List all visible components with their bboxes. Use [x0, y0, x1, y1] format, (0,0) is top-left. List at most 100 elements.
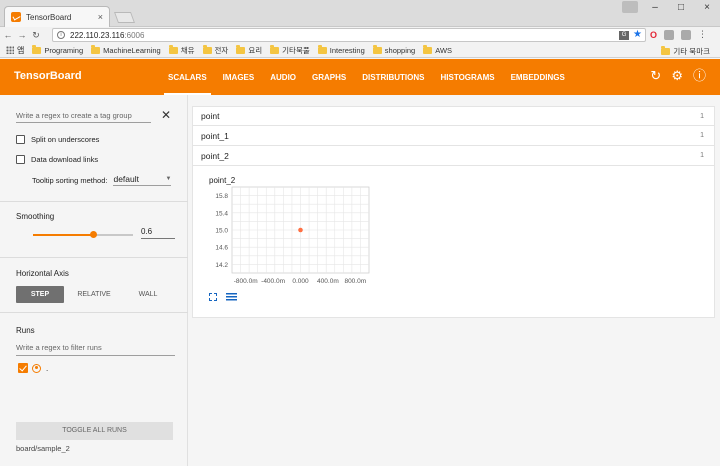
x-tick-label: 0.000 — [292, 278, 309, 285]
folder-icon — [317, 44, 327, 54]
checkbox-icon — [16, 135, 25, 144]
extension-icon[interactable] — [664, 29, 675, 40]
site-info-icon[interactable]: i — [57, 31, 65, 39]
tag-group-name: point_1 — [201, 130, 229, 141]
folder-icon — [91, 44, 101, 54]
chevron-down-icon: ▼ — [165, 176, 172, 182]
tag-group-regex-input[interactable]: Write a regex to create a tag group — [16, 109, 151, 123]
y-tick-label: 15.0 — [215, 228, 228, 235]
tab-graphs[interactable]: GRAPHS — [304, 59, 354, 95]
bookmark-label: shopping — [384, 45, 416, 55]
help-icon[interactable]: ⓘ — [693, 69, 706, 83]
browser-menu-icon[interactable]: ⋮ — [698, 29, 707, 40]
tab-audio[interactable]: AUDIO — [262, 59, 304, 95]
bookmark-folder[interactable]: MachineLearning — [91, 44, 161, 55]
folder-icon — [202, 44, 212, 54]
tag-group-count: 1 — [700, 112, 704, 120]
tag-group-header[interactable]: point_1 1 — [192, 126, 715, 146]
toggle-all-runs-button[interactable]: TOGGLE ALL RUNS — [16, 422, 173, 440]
tab-distributions[interactable]: DISTRIBUTIONS — [354, 59, 432, 95]
extension-icons: O ⋮ — [650, 29, 707, 40]
tag-group-header[interactable]: point_2 1 — [192, 146, 715, 166]
axis-relative-button[interactable]: RELATIVE — [70, 286, 118, 303]
apps-label: 앱 — [17, 45, 25, 55]
folder-icon — [270, 44, 280, 54]
tooltip-sorting-select[interactable]: default ▼ — [113, 174, 172, 186]
smoothing-slider[interactable] — [33, 231, 133, 238]
bookmark-star-icon[interactable]: ★ — [633, 30, 642, 40]
bookmark-label: 전자 — [214, 45, 229, 55]
bookmark-folder[interactable]: AWS — [423, 44, 453, 55]
url-input[interactable]: i 222.110.23.116 :6006 G ★ — [52, 28, 646, 42]
run-checkbox-icon[interactable] — [18, 363, 28, 373]
data-table-icon[interactable] — [226, 293, 237, 301]
run-name: . — [46, 363, 49, 373]
refresh-icon[interactable]: ↻ — [650, 69, 661, 83]
sidebar-section-tags: Write a regex to create a tag group ✕ Sp… — [0, 95, 188, 202]
other-bookmarks-label: 기타 북마크 — [673, 47, 710, 56]
opera-extension-icon[interactable]: O — [650, 30, 657, 40]
maximize-button[interactable]: □ — [668, 0, 694, 18]
runs-regex-input[interactable]: Write a regex to filter runs — [16, 343, 175, 356]
x-tick-label: -800.0m — [234, 278, 258, 285]
horizontal-axis-options: STEP RELATIVE WALL — [16, 286, 178, 303]
smoothing-slider-thumb[interactable] — [90, 231, 97, 238]
browser-tab[interactable]: TensorBoard × — [4, 6, 110, 27]
bookmark-folder[interactable]: 채유 — [168, 44, 195, 56]
main-content: point 1 point_1 1 point_2 1 point_2 15.8… — [192, 106, 715, 318]
run-item[interactable]: . — [18, 363, 48, 373]
bookmark-label: Interesting — [329, 45, 365, 55]
tab-images[interactable]: IMAGES — [215, 59, 263, 95]
bookmark-folder[interactable]: shopping — [372, 44, 416, 55]
folder-icon — [661, 46, 671, 55]
scalar-chart[interactable]: 15.8 15.4 15.0 14.6 14.2 -800.0m -400.0m 0.000 4… — [193, 166, 393, 290]
apps-grid-icon — [6, 46, 14, 54]
header-actions: ↻ ⚙ ⓘ — [650, 69, 706, 83]
url-port: :6006 — [124, 30, 145, 40]
tab-histograms[interactable]: HISTOGRAMS — [432, 59, 502, 95]
bookmark-folder[interactable]: Programing — [32, 44, 83, 55]
new-tab-button[interactable] — [113, 12, 136, 23]
tab-close-icon[interactable]: × — [98, 12, 103, 22]
bookmark-folder[interactable]: 기타북풀 — [270, 44, 310, 56]
gear-icon[interactable]: ⚙ — [671, 69, 683, 83]
checkbox-icon — [16, 155, 25, 164]
axis-wall-button[interactable]: WALL — [124, 286, 172, 303]
bookmark-folder[interactable]: 요리 — [236, 44, 262, 56]
translate-extension-icon[interactable] — [681, 29, 692, 40]
bookmark-apps[interactable]: 앱 — [6, 45, 24, 56]
smoothing-value-input[interactable]: 0.6 — [141, 227, 175, 239]
tensorboard-header: TensorBoard SCALARS IMAGES AUDIO GRAPHS … — [0, 59, 720, 95]
close-window-button[interactable]: × — [694, 0, 720, 18]
y-tick-label: 15.8 — [215, 193, 228, 200]
tooltip-sorting-value: default — [113, 174, 139, 184]
profile-icon[interactable] — [622, 1, 638, 13]
bookmark-folder[interactable]: Interesting — [317, 44, 365, 55]
tab-scalars[interactable]: SCALARS — [160, 59, 215, 95]
expand-icon[interactable] — [209, 293, 217, 301]
other-bookmarks[interactable]: 기타 북마크 — [661, 46, 710, 57]
tab-embeddings[interactable]: EMBEDDINGS — [503, 59, 573, 95]
forward-arrow-icon[interactable]: → — [16, 30, 28, 40]
translate-icon[interactable]: G — [619, 30, 630, 40]
browser-tab-title: TensorBoard — [26, 12, 72, 22]
run-radio-icon[interactable] — [32, 363, 41, 373]
close-icon[interactable]: ✕ — [161, 108, 171, 122]
y-tick-label: 14.2 — [215, 262, 228, 269]
data-download-checkbox[interactable]: Data download links — [16, 155, 98, 164]
y-tick-label: 14.6 — [215, 245, 228, 252]
app-title: TensorBoard — [14, 70, 82, 82]
back-arrow-icon[interactable]: ← — [2, 30, 14, 40]
bookmark-folder[interactable]: 전자 — [202, 44, 229, 56]
tag-group-header[interactable]: point 1 — [192, 106, 715, 126]
bookmark-label: AWS — [435, 45, 453, 55]
split-underscores-checkbox[interactable]: Split on underscores — [16, 135, 99, 144]
tooltip-sorting-row: Tooltip sorting method: default ▼ — [32, 174, 172, 186]
axis-step-button[interactable]: STEP — [16, 286, 64, 303]
reload-icon[interactable]: ↻ — [30, 30, 42, 41]
folder-icon — [32, 44, 42, 54]
tag-group-count: 1 — [700, 152, 704, 159]
minimize-button[interactable]: – — [642, 0, 668, 18]
chart-controls — [209, 293, 237, 301]
x-tick-label: 400.0m — [317, 278, 339, 285]
